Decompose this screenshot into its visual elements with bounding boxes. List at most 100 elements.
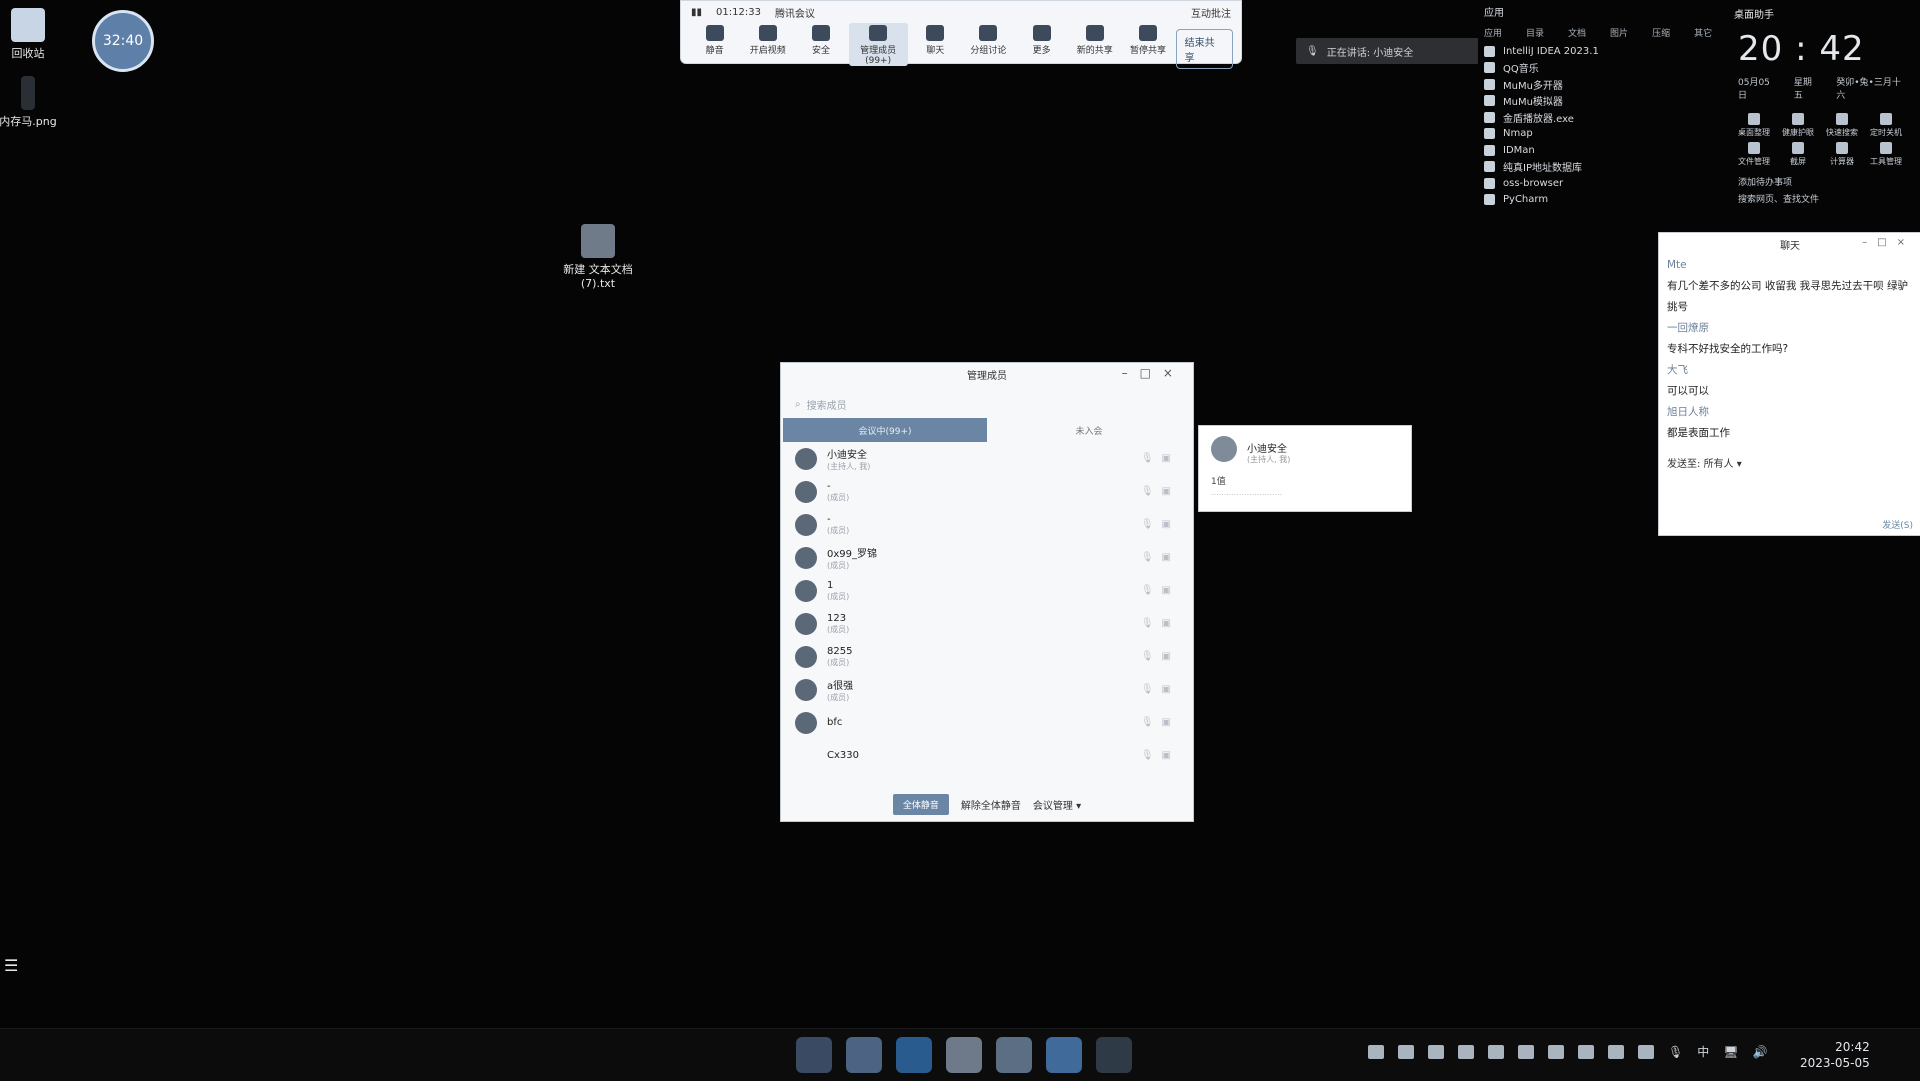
member-actions[interactable]: 🎙▣ xyxy=(1141,651,1179,662)
ime-indicator[interactable]: 中 xyxy=(1697,1043,1709,1060)
mic-icon[interactable]: 🎙 xyxy=(1668,1045,1683,1059)
meeting-name[interactable]: 腾讯会议 xyxy=(775,5,815,20)
send-button[interactable]: 发送(S) xyxy=(1882,518,1913,531)
quick-calculator[interactable]: 计算器 xyxy=(1822,142,1862,167)
app-item[interactable]: 纯真IP地址数据库 xyxy=(1478,159,1726,176)
tab-apps[interactable]: 应用 xyxy=(1484,26,1502,39)
tab-in-meeting[interactable]: 会议中(99+) xyxy=(783,418,987,442)
volume-icon[interactable]: 🔊 xyxy=(1752,1045,1767,1059)
tray-icon[interactable] xyxy=(1548,1044,1564,1059)
quick-desktop-organize[interactable]: 桌面整理 xyxy=(1734,113,1774,138)
app-item[interactable]: 金盾播放器.exe xyxy=(1478,109,1726,126)
app-item[interactable]: IntelliJ IDEA 2023.1 xyxy=(1478,43,1726,60)
unmute-all-button[interactable]: 解除全体静音 xyxy=(961,797,1021,812)
usb-icon[interactable] xyxy=(1638,1044,1654,1059)
tab-docs[interactable]: 文档 xyxy=(1568,26,1586,39)
member-row[interactable]: 小迪安全 (主持人, 我) 🎙▣ xyxy=(781,442,1193,475)
tab-not-joined[interactable]: 未入会 xyxy=(987,418,1191,442)
tab-other[interactable]: 其它 xyxy=(1694,26,1712,39)
member-actions[interactable]: 🎙▣ xyxy=(1141,519,1179,530)
member-actions[interactable]: 🎙▣ xyxy=(1141,585,1179,596)
member-search[interactable]: ⌕ 搜索成员 xyxy=(795,397,1179,412)
member-row[interactable]: Cx330 🎙▣ xyxy=(781,739,1193,772)
window-controls[interactable]: –□× xyxy=(1122,366,1185,380)
app-item[interactable]: oss-browser xyxy=(1478,175,1726,192)
app-item[interactable]: QQ音乐 xyxy=(1478,60,1726,77)
quick-screenshot[interactable]: 截屏 xyxy=(1778,142,1818,167)
tab-archives[interactable]: 压缩 xyxy=(1652,26,1670,39)
member-actions[interactable]: 🎙▣ xyxy=(1141,618,1179,629)
quick-shutdown[interactable]: 定时关机 xyxy=(1866,113,1906,138)
image-file-glyph-icon xyxy=(21,76,35,110)
menu-icon[interactable]: ☰ xyxy=(4,956,18,975)
window-controls[interactable]: –□× xyxy=(1862,237,1915,248)
tab-dirs[interactable]: 目录 xyxy=(1526,26,1544,39)
member-actions[interactable]: 🎙▣ xyxy=(1141,750,1179,761)
shield-icon[interactable] xyxy=(1428,1044,1444,1059)
manage-members-button[interactable]: 管理成员(99+) xyxy=(848,23,908,66)
annotation-button[interactable]: 互动批注 xyxy=(1191,5,1231,20)
tab-images[interactable]: 图片 xyxy=(1610,26,1628,39)
plus-icon xyxy=(1880,142,1892,154)
network-icon[interactable]: 🖥 xyxy=(1723,1045,1738,1059)
widget-search[interactable]: 搜索网页、查找文件 xyxy=(1726,190,1920,207)
mute-button[interactable]: 静音 xyxy=(689,23,740,56)
chat-button[interactable]: 聊天 xyxy=(910,23,961,56)
recycle-bin-icon[interactable]: 回收站 xyxy=(0,8,68,61)
member-row[interactable]: - (成员) 🎙▣ xyxy=(781,508,1193,541)
breakout-button[interactable]: 分组讨论 xyxy=(963,23,1014,56)
tray-icon[interactable] xyxy=(1368,1044,1384,1059)
tray-icon[interactable] xyxy=(1458,1044,1474,1059)
video-button[interactable]: 开启视频 xyxy=(742,23,793,56)
taskbar-clock[interactable]: 20:42 2023-05-05 xyxy=(1800,1039,1870,1071)
todo-link[interactable]: 添加待办事项 xyxy=(1726,173,1920,190)
app-item[interactable]: Nmap xyxy=(1478,126,1726,143)
explorer-icon[interactable] xyxy=(796,1037,832,1073)
meeting-icon[interactable] xyxy=(1046,1037,1082,1073)
member-row[interactable]: 123 (成员) 🎙▣ xyxy=(781,607,1193,640)
quick-eye-care[interactable]: 健康护眼 xyxy=(1778,113,1818,138)
send-to-value[interactable]: 所有人 xyxy=(1704,459,1734,470)
app-icon[interactable] xyxy=(996,1037,1032,1073)
folder-icon[interactable] xyxy=(846,1037,882,1073)
member-row[interactable]: - (成员) 🎙▣ xyxy=(781,475,1193,508)
tray-icon[interactable] xyxy=(1518,1044,1534,1059)
windows-icon[interactable] xyxy=(1608,1044,1624,1059)
quick-label: 计算器 xyxy=(1830,157,1854,166)
meeting-manage-dropdown[interactable]: 会议管理 ▾ xyxy=(1033,797,1081,812)
member-row[interactable]: a很强 (成员) 🎙▣ xyxy=(781,673,1193,706)
quick-tools[interactable]: 工具管理 xyxy=(1866,142,1906,167)
quick-file-manager[interactable]: 文件管理 xyxy=(1734,142,1774,167)
send-to[interactable]: 发送至: 所有人 ▾ xyxy=(1667,455,1742,470)
member-actions[interactable]: 🎙▣ xyxy=(1141,552,1179,563)
tray-icon[interactable] xyxy=(1398,1044,1414,1059)
member-row[interactable]: 1 (成员) 🎙▣ xyxy=(781,574,1193,607)
tray-icon[interactable] xyxy=(1488,1044,1504,1059)
end-share-button[interactable]: 结束共享 xyxy=(1175,29,1233,69)
member-actions[interactable]: 🎙▣ xyxy=(1141,684,1179,695)
app-item[interactable]: PyCharm xyxy=(1478,192,1726,209)
member-row[interactable]: bfc 🎙▣ xyxy=(781,706,1193,739)
pycharm-icon[interactable] xyxy=(1096,1037,1132,1073)
app-item[interactable]: IDMan xyxy=(1478,142,1726,159)
app-item[interactable]: MuMu模拟器 xyxy=(1478,93,1726,110)
timer-badge[interactable]: 32:40 xyxy=(92,10,154,72)
more-button[interactable]: 更多 xyxy=(1016,23,1067,56)
member-actions[interactable]: 🎙▣ xyxy=(1141,453,1179,464)
png-file-icon[interactable]: 内存马.png xyxy=(0,76,68,129)
mute-all-button[interactable]: 全体静音 xyxy=(892,794,949,815)
text-file-icon[interactable]: 新建 文本文档 (7).txt xyxy=(558,224,638,290)
tray-icon[interactable] xyxy=(1578,1044,1594,1059)
edge-icon[interactable] xyxy=(896,1037,932,1073)
pause-share-button[interactable]: 暂停共享 xyxy=(1122,23,1173,56)
app-icon xyxy=(1484,161,1495,173)
security-button[interactable]: 安全 xyxy=(795,23,846,56)
quick-search[interactable]: 快速搜索 xyxy=(1822,113,1862,138)
member-row[interactable]: 0x99_罗锦 (成员) 🎙▣ xyxy=(781,541,1193,574)
app-item[interactable]: MuMu多开器 xyxy=(1478,76,1726,93)
member-actions[interactable]: 🎙▣ xyxy=(1141,717,1179,728)
member-row[interactable]: 8255 (成员) 🎙▣ xyxy=(781,640,1193,673)
new-share-button[interactable]: 新的共享 xyxy=(1069,23,1120,56)
member-actions[interactable]: 🎙▣ xyxy=(1141,486,1179,497)
chrome-icon[interactable] xyxy=(946,1037,982,1073)
